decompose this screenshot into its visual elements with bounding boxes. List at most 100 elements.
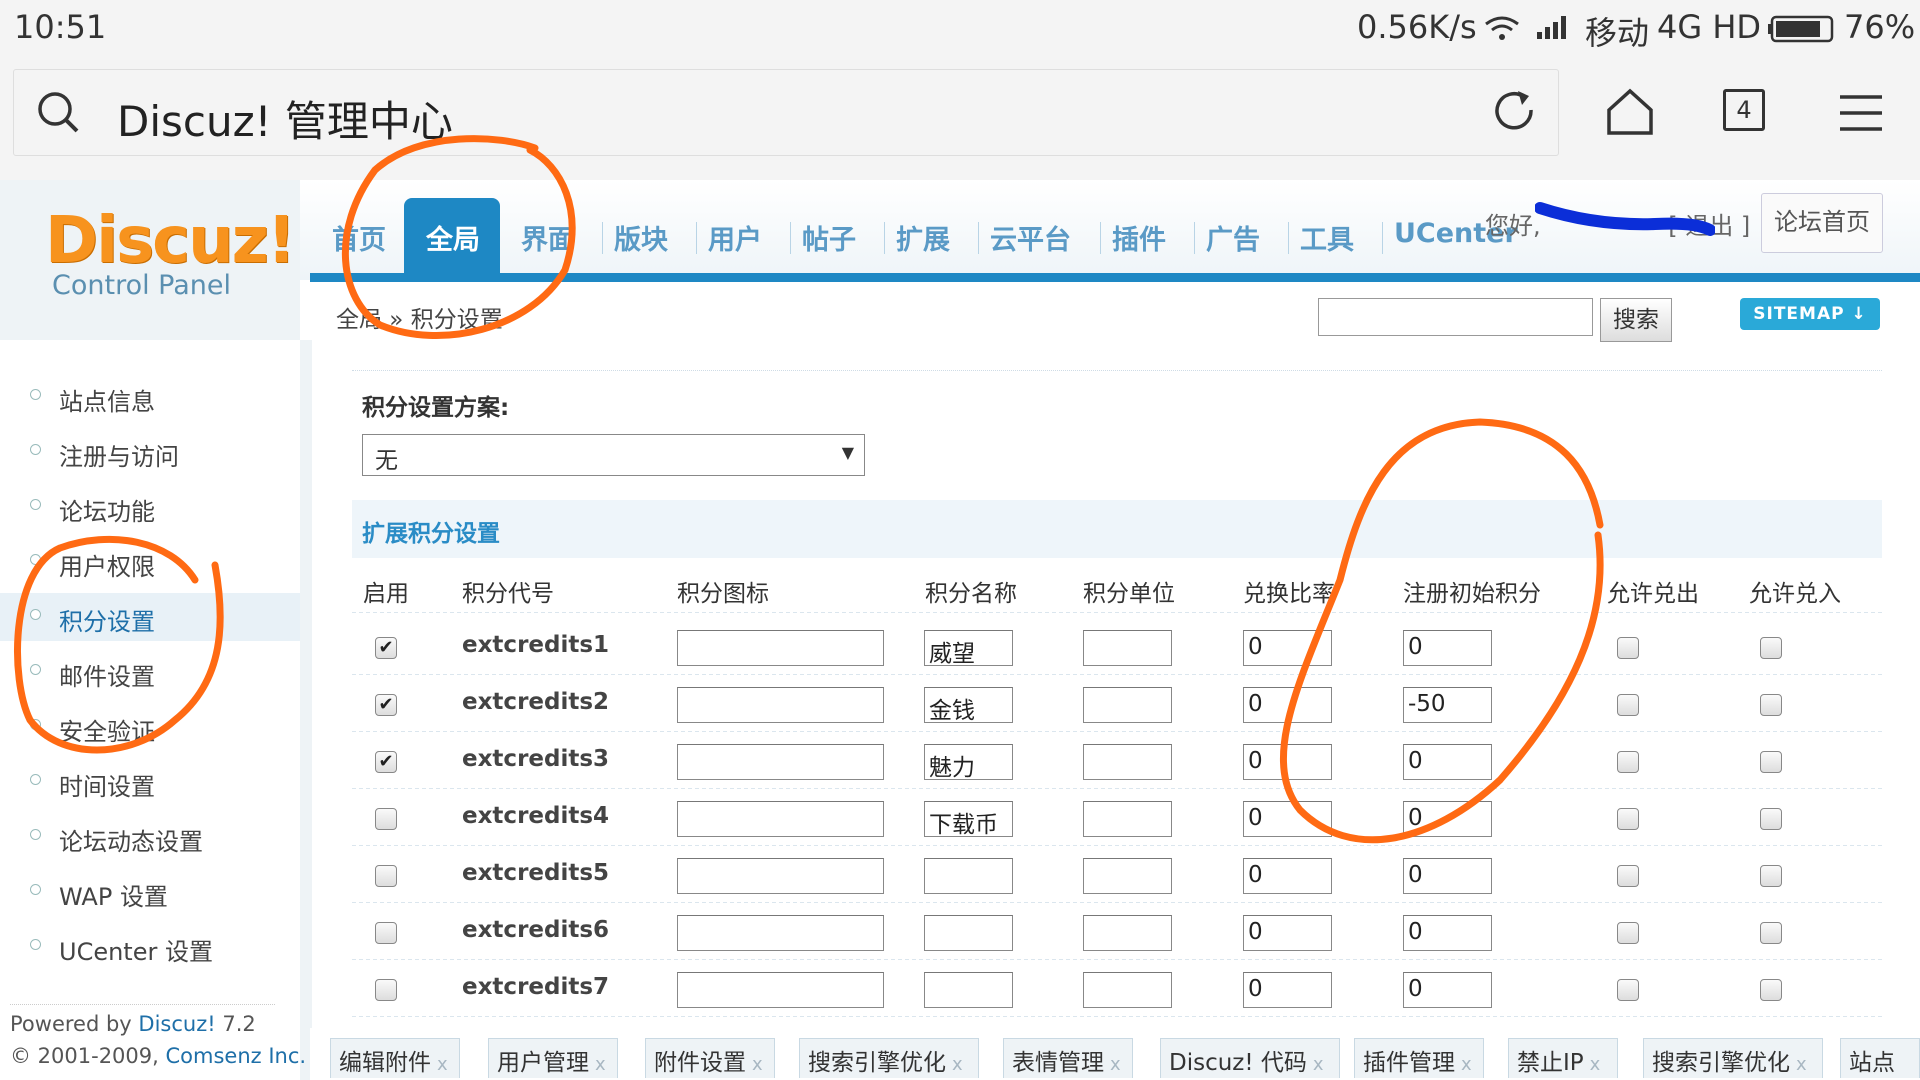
tab-6[interactable]: 扩展 — [896, 218, 950, 257]
allow-out-checkbox[interactable] — [1617, 979, 1639, 1001]
unit-input[interactable] — [1083, 858, 1172, 894]
ratio-input[interactable]: 0 — [1243, 687, 1332, 723]
allow-in-checkbox[interactable] — [1760, 637, 1782, 659]
close-icon[interactable]: x — [952, 1054, 963, 1075]
bottom-tab[interactable]: 用户管理 x — [488, 1038, 618, 1078]
bottom-tab[interactable]: 站点 — [1840, 1038, 1920, 1078]
enable-checkbox[interactable] — [375, 922, 397, 944]
sidebar-item[interactable]: 邮件设置 — [59, 657, 155, 692]
unit-input[interactable] — [1083, 630, 1172, 666]
close-icon[interactable]: x — [1313, 1054, 1324, 1075]
allow-out-checkbox[interactable] — [1617, 922, 1639, 944]
sidebar-item[interactable]: 站点信息 — [59, 382, 155, 417]
ratio-input[interactable]: 0 — [1243, 858, 1332, 894]
bottom-tab[interactable]: 搜索引擎优化 x — [1643, 1038, 1823, 1078]
initial-credit-input[interactable]: 0 — [1403, 915, 1492, 951]
icon-input[interactable] — [677, 972, 884, 1008]
allow-in-checkbox[interactable] — [1760, 979, 1782, 1001]
enable-checkbox[interactable] — [375, 808, 397, 830]
name-input[interactable]: 威望 — [924, 630, 1013, 666]
enable-checkbox[interactable]: ✔ — [375, 751, 397, 773]
close-icon[interactable]: x — [1461, 1054, 1472, 1075]
tab-4[interactable]: 用户 — [708, 218, 762, 257]
tab-10[interactable]: 工具 — [1300, 218, 1354, 257]
unit-input[interactable] — [1083, 744, 1172, 780]
tab-9[interactable]: 广告 — [1206, 218, 1260, 257]
allow-in-checkbox[interactable] — [1760, 922, 1782, 944]
allow-out-checkbox[interactable] — [1617, 751, 1639, 773]
sidebar-item[interactable]: 积分设置 — [59, 602, 155, 637]
allow-out-checkbox[interactable] — [1617, 694, 1639, 716]
ratio-input[interactable]: 0 — [1243, 744, 1332, 780]
tab-1[interactable]: 全局 — [426, 218, 480, 257]
unit-input[interactable] — [1083, 972, 1172, 1008]
sidebar-item[interactable]: 论坛动态设置 — [59, 822, 203, 857]
unit-input[interactable] — [1083, 687, 1172, 723]
sitemap-button[interactable]: SITEMAP ↓ — [1740, 298, 1880, 330]
close-icon[interactable]: x — [1110, 1054, 1121, 1075]
search-button[interactable]: 搜索 — [1600, 298, 1672, 342]
enable-checkbox[interactable]: ✔ — [375, 637, 397, 659]
sidebar-item[interactable]: 时间设置 — [59, 767, 155, 802]
tab-0[interactable]: 首页 — [332, 218, 386, 257]
close-icon[interactable]: x — [1796, 1054, 1807, 1075]
bottom-tab[interactable]: 插件管理 x — [1354, 1038, 1484, 1078]
initial-credit-input[interactable]: 0 — [1403, 972, 1492, 1008]
sidebar-item[interactable]: 安全验证 — [59, 712, 155, 747]
close-icon[interactable]: x — [595, 1054, 606, 1075]
name-input[interactable] — [924, 915, 1013, 951]
sidebar-item[interactable]: WAP 设置 — [59, 877, 168, 912]
company-link[interactable]: Comsenz Inc. — [166, 1044, 307, 1068]
search-input[interactable] — [1318, 298, 1593, 336]
icon-input[interactable] — [677, 915, 884, 951]
bottom-tab[interactable]: 搜索引擎优化 x — [799, 1038, 979, 1078]
bottom-tab[interactable]: 表情管理 x — [1003, 1038, 1133, 1078]
close-icon[interactable]: x — [1590, 1054, 1601, 1075]
menu-icon[interactable] — [1838, 93, 1884, 133]
name-input[interactable] — [924, 858, 1013, 894]
allow-out-checkbox[interactable] — [1617, 865, 1639, 887]
tabs-icon[interactable]: 4 — [1723, 89, 1765, 131]
tab-2[interactable]: 界面 — [521, 218, 575, 257]
close-icon[interactable]: x — [752, 1054, 763, 1075]
allow-out-checkbox[interactable] — [1617, 637, 1639, 659]
name-input[interactable]: 金钱 — [924, 687, 1013, 723]
close-icon[interactable]: x — [437, 1054, 448, 1075]
enable-checkbox[interactable] — [375, 865, 397, 887]
bottom-tab[interactable]: Discuz! 代码 x — [1160, 1038, 1340, 1078]
initial-credit-input[interactable]: -50 — [1403, 687, 1492, 723]
bottom-tab[interactable]: 附件设置 x — [645, 1038, 775, 1078]
allow-in-checkbox[interactable] — [1760, 808, 1782, 830]
ratio-input[interactable]: 0 — [1243, 915, 1332, 951]
ratio-input[interactable]: 0 — [1243, 630, 1332, 666]
bottom-tab[interactable]: 编辑附件 x — [330, 1038, 460, 1078]
tab-3[interactable]: 版块 — [614, 218, 668, 257]
tab-8[interactable]: 插件 — [1112, 218, 1166, 257]
icon-input[interactable] — [677, 687, 884, 723]
initial-credit-input[interactable]: 0 — [1403, 858, 1492, 894]
unit-input[interactable] — [1083, 801, 1172, 837]
name-input[interactable] — [924, 972, 1013, 1008]
unit-input[interactable] — [1083, 915, 1172, 951]
name-input[interactable]: 魅力 — [924, 744, 1013, 780]
bottom-tab[interactable]: 禁止IP x — [1508, 1038, 1618, 1078]
allow-in-checkbox[interactable] — [1760, 865, 1782, 887]
forum-home-button[interactable]: 论坛首页 — [1761, 193, 1883, 253]
initial-credit-input[interactable]: 0 — [1403, 801, 1492, 837]
product-link[interactable]: Discuz! — [138, 1012, 215, 1036]
tab-7[interactable]: 云平台 — [990, 218, 1071, 257]
enable-checkbox[interactable]: ✔ — [375, 694, 397, 716]
allow-out-checkbox[interactable] — [1617, 808, 1639, 830]
address-bar[interactable]: Discuz! 管理中心 — [13, 69, 1559, 156]
name-input[interactable]: 下载币 — [924, 801, 1013, 837]
icon-input[interactable] — [677, 858, 884, 894]
allow-in-checkbox[interactable] — [1760, 694, 1782, 716]
enable-checkbox[interactable] — [375, 979, 397, 1001]
sidebar-item[interactable]: 用户权限 — [59, 547, 155, 582]
ratio-input[interactable]: 0 — [1243, 801, 1332, 837]
initial-credit-input[interactable]: 0 — [1403, 630, 1492, 666]
sidebar-item[interactable]: 注册与访问 — [59, 437, 179, 472]
tab-5[interactable]: 帖子 — [802, 218, 856, 257]
icon-input[interactable] — [677, 801, 884, 837]
initial-credit-input[interactable]: 0 — [1403, 744, 1492, 780]
